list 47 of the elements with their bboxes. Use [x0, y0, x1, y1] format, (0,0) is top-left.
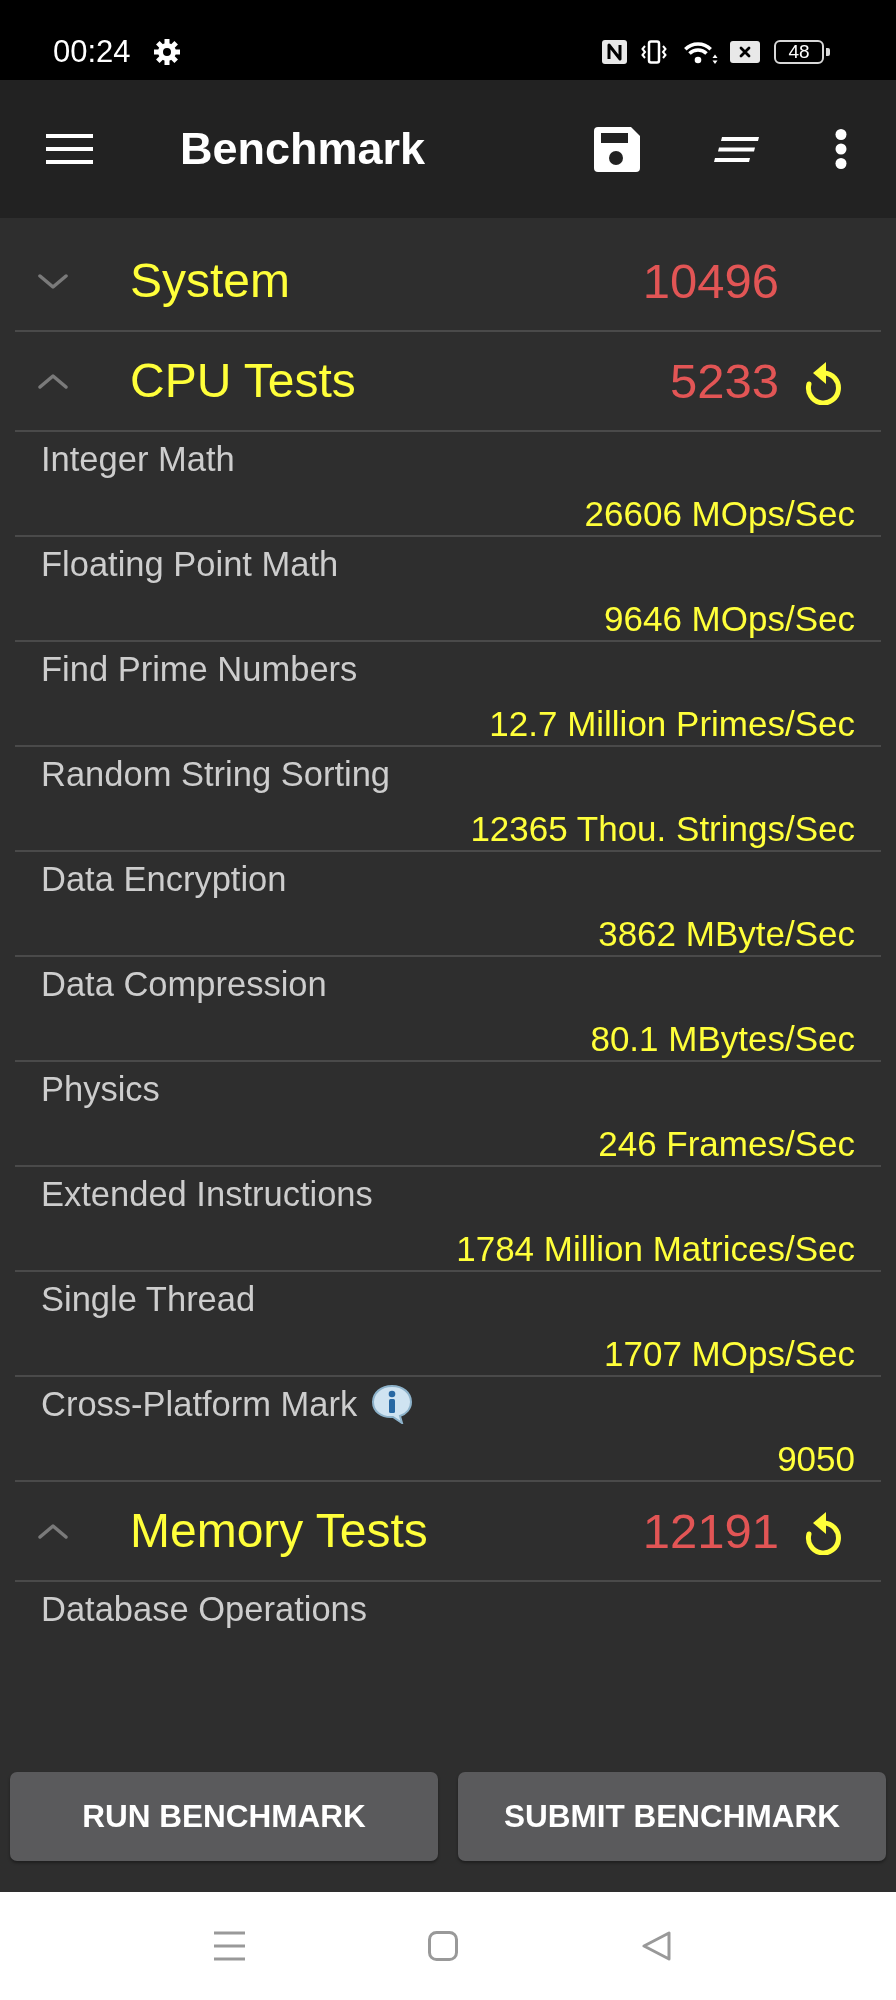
sim-error-icon — [730, 41, 760, 63]
chevron-icon[interactable] — [38, 272, 68, 290]
test-result: 246 Frames/Sec — [598, 1124, 855, 1164]
settings-icon — [153, 39, 180, 65]
nfc-icon — [602, 40, 627, 64]
section-score: 12191 — [642, 1503, 779, 1559]
home-icon[interactable] — [428, 1931, 458, 1961]
wifi-icon — [683, 39, 719, 65]
back-icon[interactable] — [642, 1931, 672, 1961]
test-name: Integer Math — [41, 439, 235, 479]
test-name: Cross-Platform Mark — [41, 1384, 358, 1424]
test-name: Physics — [41, 1069, 160, 1109]
test-name: Data Compression — [41, 964, 327, 1004]
test-name: Single Thread — [41, 1279, 256, 1319]
section-score: 5233 — [670, 353, 779, 409]
test-name: Find Prime Numbers — [41, 649, 358, 689]
more-options-icon[interactable] — [835, 129, 847, 169]
section-score: 10496 — [642, 253, 779, 309]
test-result: 1707 MOps/Sec — [604, 1334, 855, 1374]
test-result: 3862 MByte/Sec — [598, 914, 855, 954]
vibrate-icon — [641, 40, 667, 64]
section-title: System — [130, 253, 292, 309]
section-title: Memory Tests — [130, 1503, 429, 1559]
chevron-icon[interactable] — [38, 372, 68, 390]
test-name: Extended Instructions — [41, 1174, 373, 1214]
chevron-icon[interactable] — [38, 1522, 68, 1540]
section-title: CPU Tests — [130, 353, 357, 409]
test-result: 26606 MOps/Sec — [584, 494, 855, 534]
test-result: 9646 MOps/Sec — [604, 599, 855, 639]
battery-indicator: 48 — [774, 40, 830, 64]
app-title: Benchmark — [180, 123, 427, 175]
benchmark-button[interactable]: SUBMIT BENCHMARK — [458, 1772, 886, 1861]
benchmark-button[interactable]: RUN BENCHMARK — [10, 1772, 438, 1861]
test-name: Random String Sorting — [41, 754, 390, 794]
menu-icon[interactable] — [46, 134, 93, 164]
sort-icon[interactable] — [714, 136, 759, 162]
test-result: 9050 — [777, 1439, 855, 1479]
test-name: Floating Point Math — [41, 544, 339, 584]
test-result: 12365 Thou. Strings/Sec — [470, 809, 855, 849]
test-result: 80.1 MBytes/Sec — [590, 1019, 855, 1059]
clock-time: 00:24 — [53, 34, 131, 70]
test-name: Data Encryption — [41, 859, 287, 899]
test-name: Database Operations — [41, 1589, 368, 1629]
recent-apps-icon[interactable] — [213, 1931, 245, 1961]
test-result: 1784 Million Matrices/Sec — [456, 1229, 855, 1269]
test-result: 12.7 Million Primes/Sec — [489, 704, 855, 744]
info-icon[interactable] — [371, 1384, 414, 1424]
